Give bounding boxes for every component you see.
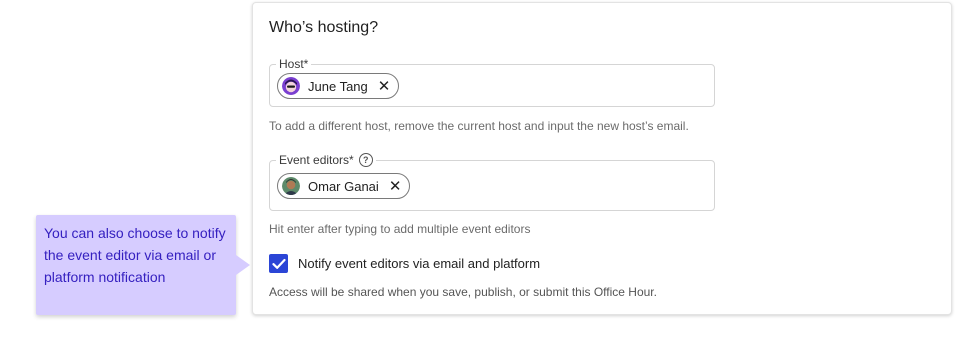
host-chip[interactable]: June Tang ✕: [277, 73, 400, 99]
checkmark-icon: [271, 258, 286, 269]
event-editors-field[interactable]: Event editors* ? Omar Ganai ✕: [269, 152, 715, 211]
hosting-card: Who’s hosting? Host* June Tang ✕ To add …: [252, 2, 952, 315]
notify-checkbox[interactable]: [269, 254, 288, 273]
tooltip-text: You can also choose to notify the event …: [44, 225, 226, 285]
notify-checkbox-label: Notify event editors via email and platf…: [298, 256, 541, 271]
editor-chip-label: Omar Ganai: [308, 178, 379, 194]
onboarding-tooltip: You can also choose to notify the event …: [36, 215, 236, 315]
host-helper-text: To add a different host, remove the curr…: [269, 119, 689, 133]
host-field[interactable]: Host* June Tang ✕: [269, 56, 715, 107]
host-chip-label: June Tang: [308, 78, 368, 94]
editor-chip[interactable]: Omar Ganai ✕: [277, 173, 411, 199]
host-field-label: Host*: [276, 56, 312, 72]
access-note: Access will be shared when you save, pub…: [269, 285, 657, 299]
help-circle-icon[interactable]: ?: [358, 153, 373, 167]
section-title: Who’s hosting?: [269, 19, 379, 36]
notify-editors-option[interactable]: Notify event editors via email and platf…: [269, 254, 540, 273]
avatar: [282, 177, 300, 195]
tooltip-arrow: [236, 255, 250, 275]
event-editors-field-label: Event editors* ?: [276, 152, 376, 168]
close-icon[interactable]: ✕: [389, 179, 402, 194]
avatar: [282, 77, 300, 95]
close-icon[interactable]: ✕: [378, 79, 391, 94]
editors-helper-text: Hit enter after typing to add multiple e…: [269, 222, 531, 236]
